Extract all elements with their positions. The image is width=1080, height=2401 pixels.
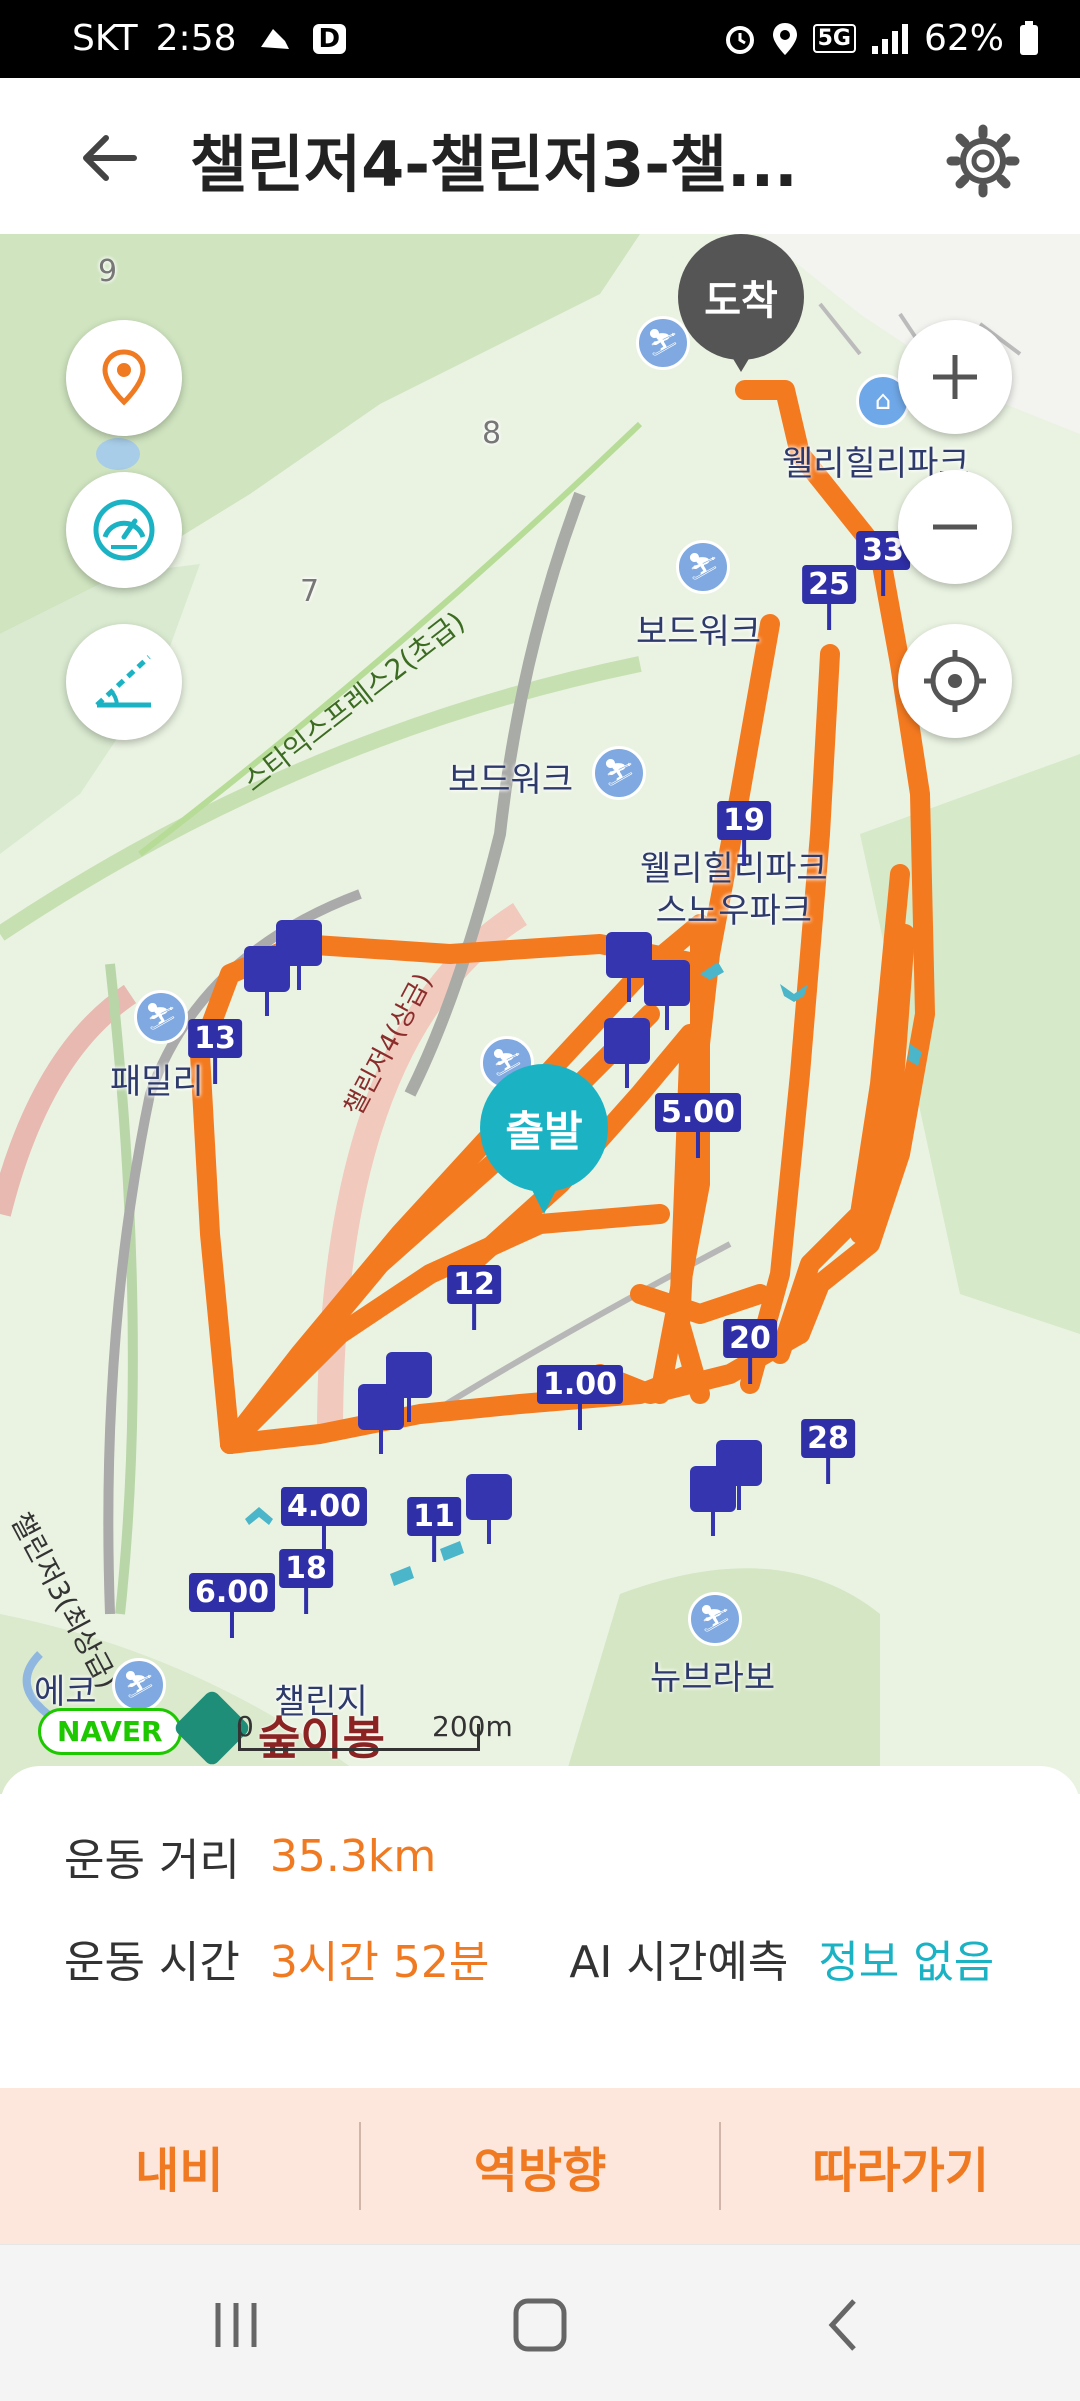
recents-button[interactable]: [186, 2275, 286, 2375]
lift-icon: ⛷: [112, 1658, 166, 1712]
waypoint-flag[interactable]: [386, 1352, 432, 1398]
lift-icon: ⛷: [676, 540, 730, 594]
zoom-in-button[interactable]: [898, 320, 1012, 434]
ai-label: AI 시간예측: [569, 1937, 789, 1988]
crosshair-icon: [924, 650, 986, 712]
map-view[interactable]: 9 8 7 스타익스프레스2(초급) 챌린저4(상급) 챌린저3(최상급) ⛷ …: [0, 234, 1080, 1794]
time-row: 운동 시간 3시간 52분 AI 시간예측 정보 없음: [64, 1926, 994, 1990]
slope-icon: [95, 655, 151, 708]
home-icon: [513, 2298, 567, 2352]
back-arrow-icon: [83, 135, 137, 181]
lift-icon: ⛷: [134, 990, 188, 1044]
start-pin-label: 출발: [480, 1064, 608, 1192]
location-icon: [771, 21, 799, 57]
signal-icon: [870, 22, 910, 56]
distance-value: 35.3km: [269, 1830, 437, 1882]
map-number-8: 8: [482, 416, 502, 451]
lift-icon: ⛷: [592, 746, 646, 800]
km-marker[interactable]: 25: [802, 565, 856, 604]
map-number-9: 9: [98, 254, 118, 289]
km-marker[interactable]: 4.00: [280, 1487, 368, 1526]
network-label: 5G: [812, 24, 856, 53]
battery-icon: [1018, 20, 1040, 57]
place-label-family: 패밀리: [110, 1062, 204, 1102]
distance-label: 운동 거리: [64, 1835, 240, 1886]
info-panel: 운동 거리 35.3km 운동 시간 3시간 52분 AI 시간예측 정보 없음: [0, 1766, 1080, 2056]
reverse-button[interactable]: 역방향: [361, 2088, 720, 2244]
km-marker[interactable]: 6.00: [188, 1573, 276, 1612]
end-pin[interactable]: 도착: [678, 234, 804, 384]
navi-button[interactable]: 내비: [0, 2088, 359, 2244]
recents-icon: [215, 2303, 257, 2347]
speedometer-button[interactable]: [66, 472, 182, 588]
naver-logo: NAVER: [38, 1708, 182, 1755]
system-nav-bar: [0, 2244, 1080, 2401]
km-marker[interactable]: 13: [188, 1019, 242, 1058]
map-number-7: 7: [300, 574, 320, 609]
pin-icon: [102, 349, 146, 406]
speedometer-icon: [93, 499, 155, 561]
action-bar: 내비 역방향 따라가기: [0, 2088, 1080, 2244]
ai-value: 정보 없음: [818, 1937, 995, 1988]
lift-icon: ⛷: [688, 1592, 742, 1646]
place-label-snowpark: 웰리힐리파크 스노우파크: [640, 849, 828, 931]
scale-label: 200m: [432, 1710, 513, 1743]
waypoint-flag[interactable]: [604, 1018, 650, 1064]
distance-row: 운동 거리 35.3km: [64, 1824, 436, 1888]
back-button[interactable]: [70, 118, 150, 198]
start-pin[interactable]: 출발: [480, 1064, 610, 1234]
waypoint-flag[interactable]: [644, 960, 690, 1006]
km-marker[interactable]: 19: [717, 801, 771, 840]
km-marker[interactable]: 28: [801, 1419, 855, 1458]
carrier-label: SKT: [72, 18, 138, 59]
back-nav-button[interactable]: [794, 2275, 894, 2375]
plus-icon: [933, 355, 977, 399]
km-marker[interactable]: 18: [279, 1549, 333, 1588]
zoom-out-button[interactable]: [898, 470, 1012, 584]
place-label-boardwalk-mid: 보드워크: [448, 760, 574, 800]
follow-button[interactable]: 따라가기: [721, 2088, 1080, 2244]
slope-button[interactable]: [66, 624, 182, 740]
minus-icon: [933, 524, 977, 530]
home-button[interactable]: [490, 2275, 590, 2375]
place-label-newbrabo: 뉴브라보: [650, 1658, 776, 1698]
waypoint-flag[interactable]: [276, 920, 322, 966]
km-marker[interactable]: 1.00: [536, 1365, 624, 1404]
shoe-icon: [255, 19, 295, 59]
app-badge: D: [312, 23, 347, 54]
clock: 2:58: [155, 18, 237, 59]
battery-percent: 62%: [923, 18, 1004, 59]
waypoint-flag[interactable]: [466, 1474, 512, 1520]
place-label-eco: 에코: [34, 1672, 97, 1712]
settings-button[interactable]: [940, 118, 1026, 204]
km-marker[interactable]: 20: [723, 1319, 777, 1358]
my-location-button[interactable]: [898, 624, 1012, 738]
km-marker[interactable]: 11: [407, 1497, 461, 1536]
place-label-boardwalk-top: 보드워크: [636, 612, 762, 652]
km-marker[interactable]: 12: [447, 1265, 501, 1304]
waypoint-flag[interactable]: [716, 1440, 762, 1486]
app-header: 챌린저4-챌린저3-챌...: [0, 78, 1080, 234]
gear-icon: [946, 124, 1020, 198]
page-title: 챌린저4-챌린저3-챌...: [190, 128, 798, 201]
alarm-icon: [723, 22, 757, 56]
time-value: 3시간 52분: [269, 1937, 490, 1988]
time-label: 운동 시간: [64, 1937, 240, 1988]
km-marker[interactable]: 5.00: [654, 1093, 742, 1132]
back-chevron-icon: [828, 2299, 856, 2351]
location-marker-button[interactable]: [66, 320, 182, 436]
status-bar: SKT 2:58 D 5G 62%: [0, 0, 1080, 78]
